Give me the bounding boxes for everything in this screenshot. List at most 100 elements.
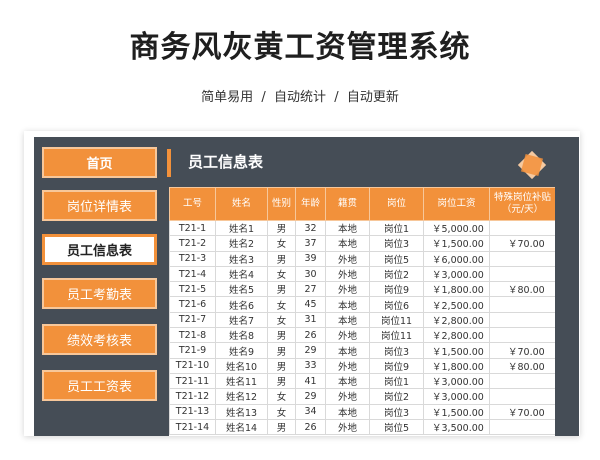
cell-age[interactable]: 33 bbox=[295, 357, 326, 374]
cell-allowance[interactable] bbox=[489, 372, 555, 390]
cell-name[interactable]: 姓名9 bbox=[215, 342, 268, 359]
cell-position[interactable]: 岗位11 bbox=[369, 311, 424, 329]
table-row[interactable]: T21-6 姓名6 女 45 本地 岗位6 ￥2,500.00 bbox=[169, 296, 555, 313]
cell-gender[interactable]: 女 bbox=[267, 311, 296, 329]
cell-gender[interactable]: 男 bbox=[267, 327, 296, 344]
cell-origin[interactable]: 外地 bbox=[325, 327, 370, 344]
cell-salary[interactable]: ￥2,800.00 bbox=[423, 327, 490, 344]
cell-allowance[interactable]: ￥70.00 bbox=[489, 235, 555, 252]
cell-allowance[interactable] bbox=[489, 219, 555, 237]
nav-home[interactable]: 首页 bbox=[42, 147, 157, 178]
cell-salary[interactable]: ￥2,500.00 bbox=[423, 296, 490, 313]
cell-name[interactable]: 姓名10 bbox=[215, 357, 268, 374]
cell-age[interactable]: 39 bbox=[295, 250, 326, 267]
cell-id[interactable]: T21-9 bbox=[169, 342, 216, 359]
cell-age[interactable]: 30 bbox=[295, 265, 326, 283]
table-row[interactable]: T21-9 姓名9 男 29 本地 岗位3 ￥1,500.00 ￥70.00 bbox=[169, 342, 555, 359]
cell-position[interactable]: 岗位11 bbox=[369, 327, 424, 344]
cell-gender[interactable]: 男 bbox=[267, 250, 296, 267]
cell-origin[interactable]: 外地 bbox=[325, 388, 370, 405]
cell-name[interactable]: 姓名8 bbox=[215, 327, 268, 344]
cell-salary[interactable]: ￥3,500.00 bbox=[423, 418, 490, 436]
cell-name[interactable]: 姓名2 bbox=[215, 235, 268, 252]
cell-id[interactable]: T21-5 bbox=[169, 281, 216, 298]
nav-employee-info[interactable]: 员工信息表 bbox=[42, 234, 157, 265]
cell-origin[interactable]: 外地 bbox=[325, 281, 370, 298]
cell-gender[interactable]: 男 bbox=[267, 357, 296, 374]
cell-position[interactable]: 岗位3 bbox=[369, 342, 424, 359]
cell-allowance[interactable] bbox=[489, 296, 555, 313]
cell-name[interactable]: 姓名3 bbox=[215, 250, 268, 267]
cell-name[interactable]: 姓名4 bbox=[215, 265, 268, 283]
cell-salary[interactable]: ￥5,000.00 bbox=[423, 219, 490, 237]
cell-age[interactable]: 34 bbox=[295, 403, 326, 420]
cell-salary[interactable]: ￥3,000.00 bbox=[423, 372, 490, 390]
cell-id[interactable]: T21-11 bbox=[169, 372, 216, 390]
cell-name[interactable]: 姓名11 bbox=[215, 372, 268, 390]
cell-salary[interactable]: ￥1,500.00 bbox=[423, 342, 490, 359]
cell-gender[interactable]: 女 bbox=[267, 235, 296, 252]
table-row[interactable]: T21-12 姓名12 女 29 外地 岗位2 ￥3,000.00 bbox=[169, 388, 555, 405]
cell-origin[interactable]: 外地 bbox=[325, 418, 370, 436]
cell-position[interactable]: 岗位1 bbox=[369, 219, 424, 237]
table-row[interactable]: T21-2 姓名2 女 37 本地 岗位3 ￥1,500.00 ￥70.00 bbox=[169, 235, 555, 252]
table-row[interactable]: T21-1 姓名1 男 32 本地 岗位1 ￥5,000.00 bbox=[169, 219, 555, 237]
cell-position[interactable]: 岗位5 bbox=[369, 250, 424, 267]
cell-origin[interactable]: 本地 bbox=[325, 342, 370, 359]
cell-gender[interactable]: 男 bbox=[267, 372, 296, 390]
cell-allowance[interactable]: ￥80.00 bbox=[489, 357, 555, 374]
cell-salary[interactable]: ￥3,000.00 bbox=[423, 388, 490, 405]
cell-allowance[interactable] bbox=[489, 327, 555, 344]
cell-position[interactable]: 岗位9 bbox=[369, 357, 424, 374]
cell-salary[interactable]: ￥1,500.00 bbox=[423, 403, 490, 420]
cell-age[interactable]: 31 bbox=[295, 311, 326, 329]
cell-name[interactable]: 姓名14 bbox=[215, 418, 268, 436]
cell-name[interactable]: 姓名13 bbox=[215, 403, 268, 420]
cell-id[interactable]: T21-6 bbox=[169, 296, 216, 313]
cell-allowance[interactable] bbox=[489, 418, 555, 436]
cell-age[interactable]: 32 bbox=[295, 219, 326, 237]
cell-position[interactable]: 岗位9 bbox=[369, 281, 424, 298]
nav-attendance[interactable]: 员工考勤表 bbox=[42, 278, 157, 309]
cell-position[interactable]: 岗位3 bbox=[369, 235, 424, 252]
cell-origin[interactable]: 本地 bbox=[325, 296, 370, 313]
cell-gender[interactable]: 女 bbox=[267, 388, 296, 405]
table-row[interactable]: T21-8 姓名8 男 26 外地 岗位11 ￥2,800.00 bbox=[169, 327, 555, 344]
cell-salary[interactable]: ￥1,800.00 bbox=[423, 357, 490, 374]
table-row[interactable]: T21-14 姓名14 男 26 外地 岗位5 ￥3,500.00 bbox=[169, 418, 555, 436]
cell-allowance[interactable] bbox=[489, 250, 555, 267]
cell-id[interactable]: T21-2 bbox=[169, 235, 216, 252]
cell-id[interactable]: T21-10 bbox=[169, 357, 216, 374]
nav-position-details[interactable]: 岗位详情表 bbox=[42, 190, 157, 221]
cell-allowance[interactable]: ￥80.00 bbox=[489, 281, 555, 298]
cell-salary[interactable]: ￥1,800.00 bbox=[423, 281, 490, 298]
cell-position[interactable]: 岗位2 bbox=[369, 388, 424, 405]
cell-origin[interactable]: 外地 bbox=[325, 265, 370, 283]
cell-origin[interactable]: 本地 bbox=[325, 235, 370, 252]
cell-position[interactable]: 岗位2 bbox=[369, 265, 424, 283]
cell-position[interactable]: 岗位1 bbox=[369, 372, 424, 390]
cell-origin[interactable]: 外地 bbox=[325, 357, 370, 374]
cell-gender[interactable]: 男 bbox=[267, 219, 296, 237]
cell-age[interactable]: 45 bbox=[295, 296, 326, 313]
cell-id[interactable]: T21-12 bbox=[169, 388, 216, 405]
cell-id[interactable]: T21-14 bbox=[169, 418, 216, 436]
nav-salary[interactable]: 员工工资表 bbox=[42, 370, 157, 401]
cell-allowance[interactable] bbox=[489, 265, 555, 283]
cell-id[interactable]: T21-8 bbox=[169, 327, 216, 344]
cell-gender[interactable]: 男 bbox=[267, 281, 296, 298]
cell-origin[interactable]: 本地 bbox=[325, 219, 370, 237]
cell-id[interactable]: T21-3 bbox=[169, 250, 216, 267]
cell-salary[interactable]: ￥1,500.00 bbox=[423, 235, 490, 252]
cell-gender[interactable]: 女 bbox=[267, 403, 296, 420]
cell-gender[interactable]: 男 bbox=[267, 418, 296, 436]
cell-age[interactable]: 27 bbox=[295, 281, 326, 298]
table-row[interactable]: T21-3 姓名3 男 39 外地 岗位5 ￥6,000.00 bbox=[169, 250, 555, 267]
cell-id[interactable]: T21-13 bbox=[169, 403, 216, 420]
cell-allowance[interactable]: ￥70.00 bbox=[489, 342, 555, 359]
cell-gender[interactable]: 女 bbox=[267, 265, 296, 283]
table-row[interactable]: T21-10 姓名10 男 33 外地 岗位9 ￥1,800.00 ￥80.00 bbox=[169, 357, 555, 374]
cell-age[interactable]: 41 bbox=[295, 372, 326, 390]
cell-name[interactable]: 姓名12 bbox=[215, 388, 268, 405]
cell-id[interactable]: T21-1 bbox=[169, 219, 216, 237]
